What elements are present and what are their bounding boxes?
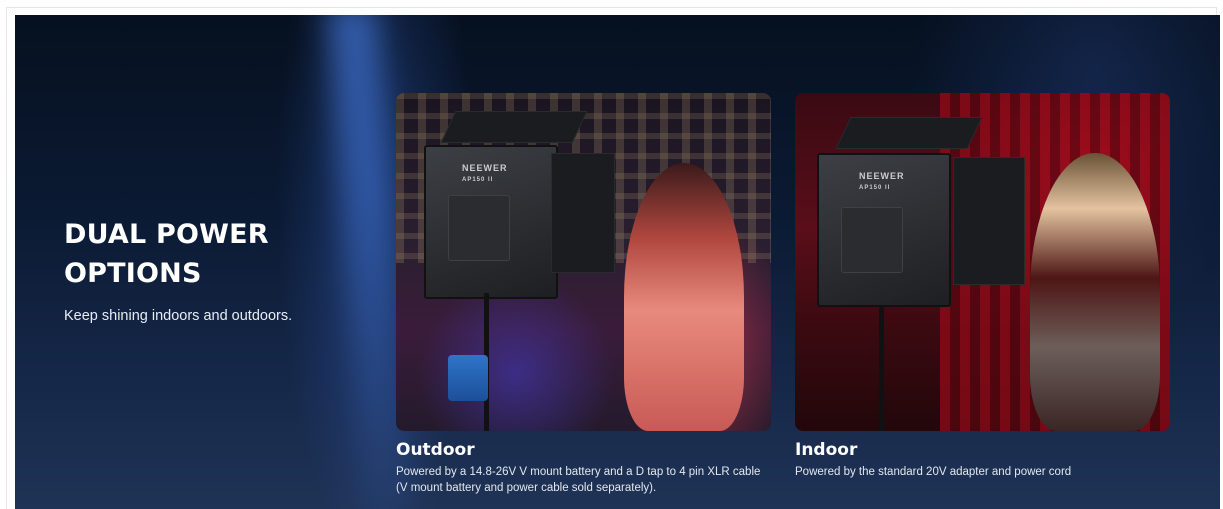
section-title: DUAL POWER OPTIONS — [64, 219, 269, 289]
section-subtitle: Keep shining indoors and outdoors. — [64, 308, 293, 324]
led-panel-light: NEEWER AP150 II — [424, 145, 558, 299]
light-brand-label: NEEWER — [859, 171, 905, 181]
indoor-description-line-1: Powered by the standard 20V adapter and … — [795, 466, 1072, 478]
light-model-label: AP150 II — [462, 177, 494, 183]
v-mount-battery — [448, 355, 488, 401]
light-stand — [879, 305, 884, 431]
barn-door-top — [440, 111, 588, 143]
indoor-description: Powered by the standard 20V adapter and … — [795, 464, 1175, 480]
indoor-card: NEEWER AP150 II Indoor Powered by the st… — [795, 93, 1175, 480]
indoor-title: Indoor — [795, 440, 858, 460]
outdoor-description: Powered by a 14.8-26V V mount battery an… — [396, 464, 776, 496]
light-control-panel — [448, 195, 510, 261]
led-panel-light: NEEWER AP150 II — [817, 153, 951, 307]
barn-door-top — [835, 117, 983, 149]
outdoor-description-line-1: Powered by a 14.8-26V V mount battery an… — [396, 466, 761, 478]
model-figure — [1030, 153, 1160, 431]
outdoor-photo: NEEWER AP150 II — [396, 93, 771, 431]
barn-door-side — [953, 157, 1025, 285]
outdoor-card: NEEWER AP150 II Outdoor Powered by a 14.… — [396, 93, 776, 496]
indoor-photo: NEEWER AP150 II — [795, 93, 1170, 431]
dual-power-banner: DUAL POWER OPTIONS Keep shining indoors … — [15, 15, 1220, 509]
outdoor-description-line-2: (V mount battery and power cable sold se… — [396, 482, 657, 494]
light-control-panel — [841, 207, 903, 273]
model-figure — [624, 163, 744, 431]
light-brand-label: NEEWER — [462, 163, 508, 173]
outdoor-title: Outdoor — [396, 440, 475, 460]
barn-door-side — [551, 153, 615, 273]
light-model-label: AP150 II — [859, 185, 891, 191]
